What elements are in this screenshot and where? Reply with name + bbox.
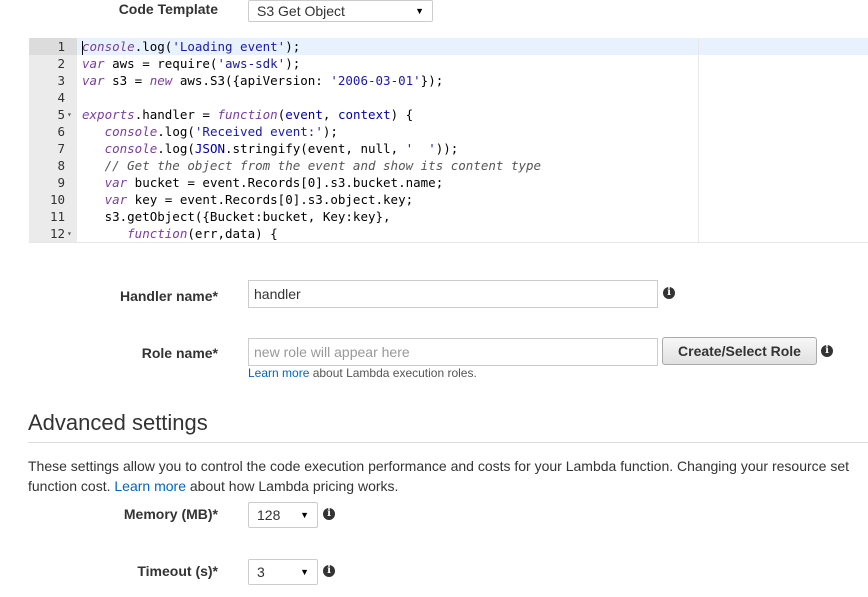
role-name-label: Role name*: [141, 345, 218, 361]
line-number: 4: [57, 90, 65, 105]
code-text: var s3 = new aws.S3({apiVersion: '2006-0…: [82, 73, 444, 88]
handler-name-input[interactable]: handler: [248, 280, 658, 308]
memory-value: 128: [257, 507, 281, 523]
create-select-role-button[interactable]: Create/Select Role: [662, 337, 817, 365]
line-number: 3: [57, 73, 65, 88]
code-line[interactable]: 9 var bucket = event.Records[0].s3.bucke…: [29, 174, 868, 191]
timeout-select[interactable]: 3 ▼: [248, 559, 318, 585]
advanced-desc-suffix: about how Lambda pricing works.: [185, 478, 399, 494]
advanced-settings-heading: Advanced settings: [28, 410, 208, 435]
info-icon[interactable]: i: [323, 565, 335, 577]
line-number: 11: [49, 209, 65, 224]
role-name-placeholder: new role will appear here: [254, 344, 410, 360]
code-editor[interactable]: 1 console.log('Loading event'); 2 var aws =…: [29, 38, 868, 243]
advanced-description: These settings allow you to control the …: [28, 456, 868, 496]
code-text: // Get the object from the event and sho…: [104, 158, 542, 173]
advanced-desc-prefix: function cost.: [28, 478, 115, 494]
code-line[interactable]: 8 // Get the object from the event and s…: [29, 157, 868, 174]
line-number: 7: [57, 141, 65, 156]
line-number: 10: [49, 192, 65, 207]
code-text: var aws = require('aws-sdk');: [82, 56, 301, 71]
memory-label: Memory (MB)*: [123, 506, 218, 522]
code-template-select[interactable]: S3 Get Object ▼: [248, 0, 433, 22]
code-line[interactable]: 1 console.log('Loading event');: [29, 38, 868, 55]
line-number: 12: [49, 226, 65, 241]
info-icon[interactable]: i: [663, 287, 675, 299]
line-number: 9: [57, 175, 65, 190]
code-text: s3.getObject({Bucket:bucket, Key:key},: [82, 209, 391, 224]
code-line[interactable]: 6 console.log('Received event:');: [29, 123, 868, 140]
code-line[interactable]: 5 ▾ exports.handler = function(event, cont…: [29, 106, 868, 123]
handler-name-label: Handler name*: [119, 288, 218, 304]
role-learn-more-link[interactable]: Learn more: [248, 366, 309, 380]
code-text: var bucket = event.Records[0].s3.bucket.…: [104, 175, 444, 190]
code-text: console.log('Loading event');: [82, 39, 301, 55]
code-line[interactable]: 12 ▾ function(err,data) {: [29, 225, 868, 242]
timeout-value: 3: [257, 564, 265, 580]
fold-arrow-icon[interactable]: ▾: [67, 225, 72, 242]
code-line[interactable]: 3 var s3 = new aws.S3({apiVersion: '2006-…: [29, 72, 868, 89]
code-line[interactable]: 10 var key = event.Records[0].s3.object.…: [29, 191, 868, 208]
handler-name-value: handler: [254, 286, 301, 302]
line-number: 6: [57, 124, 65, 139]
advanced-desc-line2: function cost. Learn more about how Lamb…: [28, 476, 868, 496]
chevron-down-icon: ▼: [300, 510, 309, 520]
code-template-label: Code Template: [118, 1, 218, 17]
code-text: function(err,data) {: [127, 226, 278, 241]
info-icon[interactable]: i: [323, 508, 335, 520]
role-help-suffix: about Lambda execution roles.: [309, 366, 477, 380]
pricing-learn-more-link[interactable]: Learn more: [114, 478, 186, 494]
info-icon[interactable]: i: [821, 345, 833, 357]
code-line[interactable]: 7 console.log(JSON.stringify(event, null…: [29, 140, 868, 157]
code-template-value: S3 Get Object: [257, 3, 345, 19]
section-divider: [28, 442, 868, 443]
code-text: var key = event.Records[0].s3.object.key…: [104, 192, 414, 207]
line-number: 2: [57, 56, 65, 71]
line-number: 8: [57, 158, 65, 173]
timeout-label: Timeout (s)*: [137, 563, 218, 579]
code-text: console.log(JSON.stringify(event, null, …: [104, 141, 459, 156]
advanced-desc-line1: These settings allow you to control the …: [28, 458, 850, 474]
code-text: exports.handler = function(event, contex…: [82, 107, 414, 122]
role-help-text: Learn more about Lambda execution roles.: [248, 366, 477, 380]
chevron-down-icon: ▼: [415, 6, 424, 16]
code-line[interactable]: 4: [29, 89, 868, 106]
memory-select[interactable]: 128 ▼: [248, 502, 318, 528]
code-text: console.log('Received event:');: [104, 124, 338, 139]
line-number: 1: [57, 39, 65, 54]
chevron-down-icon: ▼: [300, 567, 309, 577]
create-select-role-label: Create/Select Role: [678, 343, 801, 359]
role-name-input[interactable]: new role will appear here: [248, 338, 658, 366]
code-line[interactable]: 11 s3.getObject({Bucket:bucket, Key:key}…: [29, 208, 868, 225]
line-number: 5: [57, 107, 65, 122]
code-line[interactable]: 2 var aws = require('aws-sdk');: [29, 55, 868, 72]
fold-arrow-icon[interactable]: ▾: [67, 106, 72, 123]
